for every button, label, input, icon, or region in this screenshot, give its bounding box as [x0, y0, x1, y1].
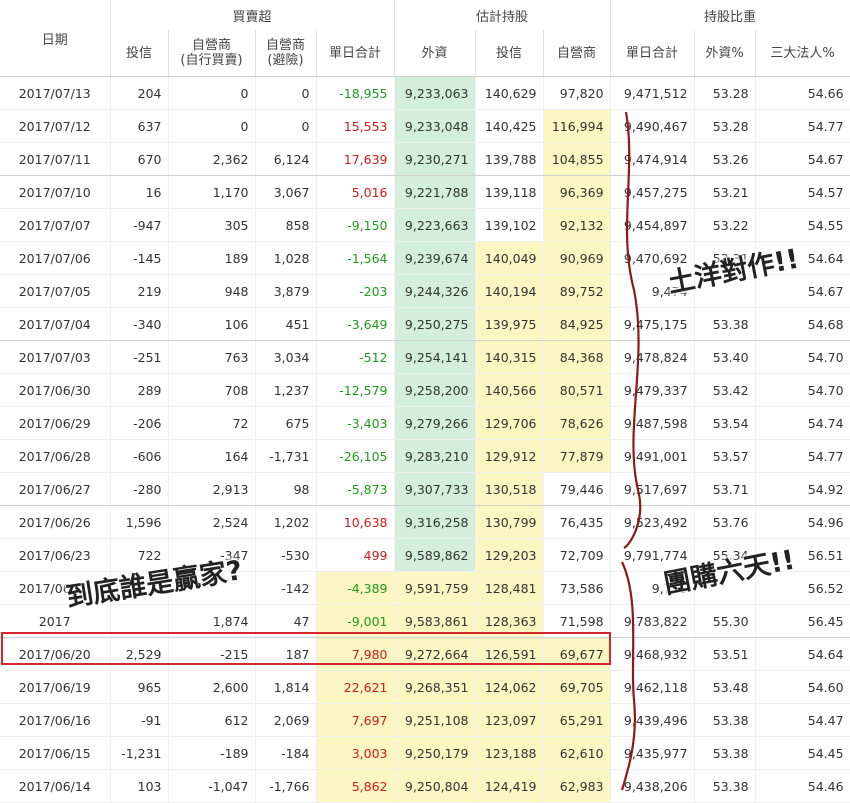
curve-top [623, 111, 642, 549]
curve-bottom [620, 561, 636, 791]
annotation-curves [620, 111, 642, 791]
